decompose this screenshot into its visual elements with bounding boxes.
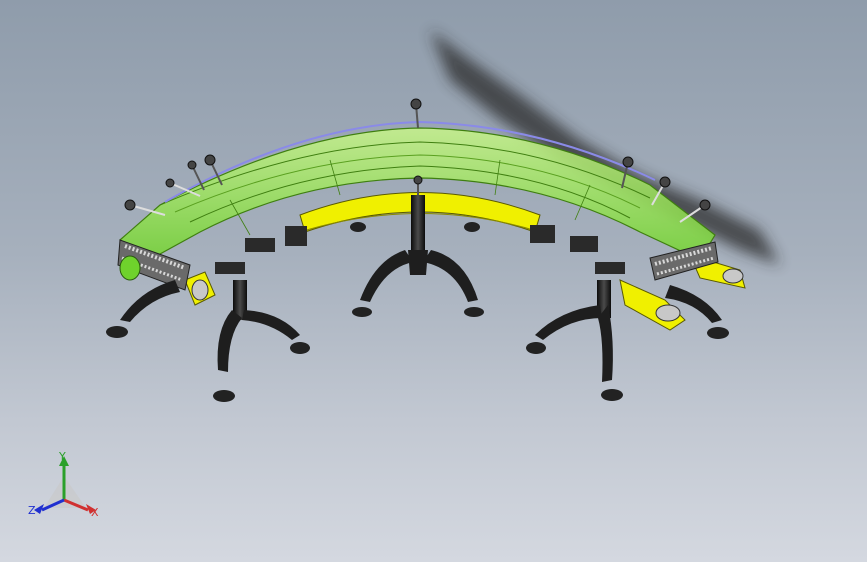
x-axis-label: X (91, 506, 99, 519)
right-support-stand[interactable] (526, 280, 623, 401)
z-axis-label: Z (28, 504, 36, 517)
y-axis-label: Y (59, 450, 66, 463)
left-rear-stand[interactable] (106, 280, 180, 338)
adjuster-knob[interactable] (410, 98, 422, 129)
conveyor-model[interactable] (0, 0, 867, 562)
graphics-viewport[interactable]: Y X Z (0, 0, 867, 562)
left-support-stand[interactable] (213, 280, 310, 402)
